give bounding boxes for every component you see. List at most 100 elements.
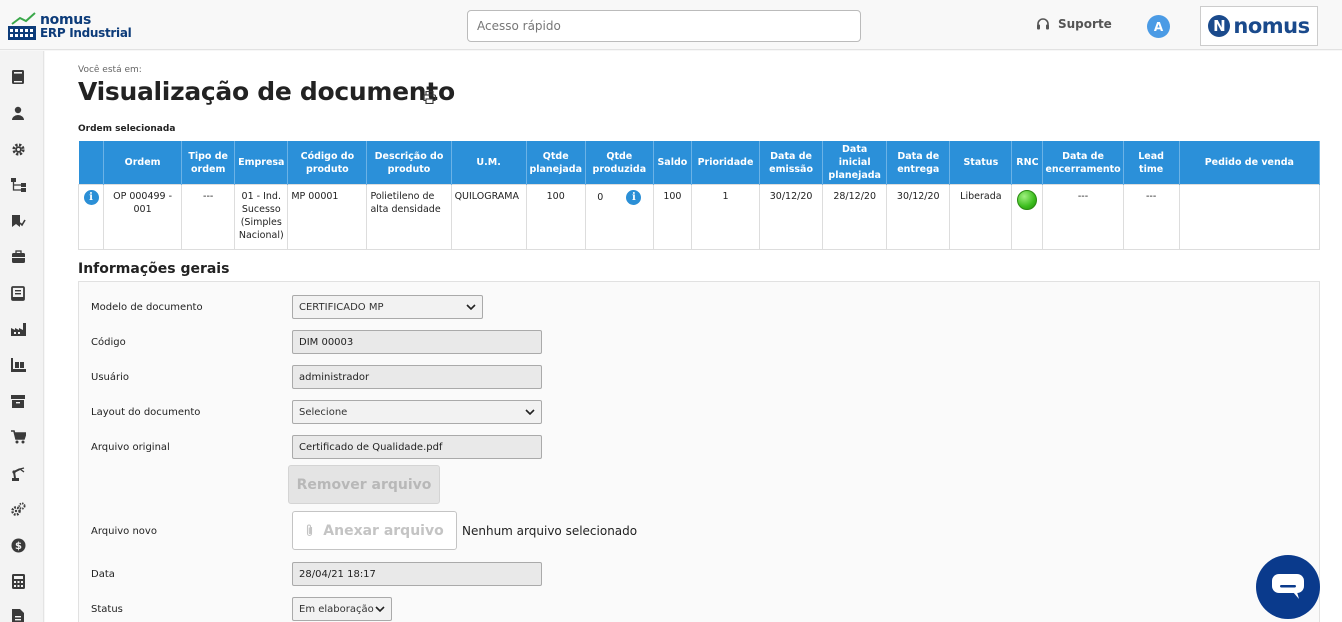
col-header-empresa[interactable]: Empresa (234, 141, 289, 185)
status-label: Status (91, 604, 123, 615)
support-link[interactable]: Suporte (1036, 17, 1112, 31)
col-header-rnc[interactable]: RNC (1011, 141, 1044, 185)
cell-qtde-planejada: 100 (525, 184, 586, 250)
cell-info: i (77, 184, 105, 250)
chevron-down-icon (375, 606, 385, 612)
calculator-icon[interactable] (10, 573, 26, 589)
layout-label: Layout do documento (91, 407, 201, 418)
user-avatar[interactable]: A (1147, 15, 1170, 38)
status-select[interactable]: Em elaboração (292, 597, 392, 621)
attach-file-label: Anexar arquivo (323, 522, 444, 539)
remove-file-button[interactable]: Remover arquivo (288, 465, 440, 504)
network-icon[interactable] (10, 177, 26, 193)
cell-saldo: 100 (652, 184, 692, 250)
data-field[interactable]: 28/04/21 18:17 (292, 562, 542, 586)
arquivo-novo-label: Arquivo novo (91, 526, 157, 537)
cell-lead-time: --- (1122, 184, 1180, 250)
col-header-tipo[interactable]: Tipo de ordem (181, 141, 236, 185)
usuario-field[interactable]: administrador (292, 365, 542, 389)
col-header-ordem[interactable]: Ordem (103, 141, 183, 185)
arquivo-original-label: Arquivo original (91, 442, 170, 453)
book-icon[interactable] (10, 69, 26, 85)
selected-order-table: Ordem Tipo de ordem Empresa Código do pr… (77, 141, 1321, 250)
codigo-field[interactable]: DIM 00003 (292, 330, 542, 354)
cell-pedido-venda (1178, 184, 1321, 250)
robot-arm-icon[interactable] (10, 465, 26, 481)
info-icon[interactable]: i (83, 190, 99, 205)
col-header-saldo[interactable]: Saldo (653, 141, 692, 185)
table-header-row: Ordem Tipo de ordem Empresa Código do pr… (78, 141, 1321, 185)
pallet-icon[interactable] (10, 357, 26, 373)
col-header-data-inicial[interactable]: Data inicial planejada (822, 141, 888, 185)
cell-qtde-produzida: 0 i (584, 184, 654, 250)
factory-icon[interactable] (10, 321, 26, 337)
user-icon[interactable] (10, 105, 26, 121)
col-header-codigo[interactable]: Código do produto (287, 141, 368, 185)
support-label: Suporte (1058, 17, 1112, 31)
cell-data-inicial: 28/12/20 (822, 184, 888, 250)
archive-icon[interactable] (10, 393, 26, 409)
cell-data-emissao: 30/12/20 (759, 184, 824, 250)
cell-data-entrega: 30/12/20 (886, 184, 951, 250)
info-icon[interactable]: i (626, 190, 642, 205)
rnc-status-green-icon (1017, 190, 1038, 210)
quick-access-input[interactable] (467, 10, 861, 42)
col-header-lead-time[interactable]: Lead time (1123, 141, 1180, 185)
gears-icon[interactable] (10, 501, 26, 517)
page-title: Visualização de documento (78, 77, 455, 106)
document-icon[interactable] (10, 608, 26, 622)
cell-tipo: --- (181, 184, 236, 250)
col-header-pedido-venda[interactable]: Pedido de venda (1179, 141, 1321, 185)
chat-button[interactable] (1256, 555, 1320, 619)
col-header-um[interactable]: U.M. (451, 141, 527, 185)
col-header-data-entrega[interactable]: Data de entrega (886, 141, 951, 185)
col-header-descricao[interactable]: Descrição do produto (366, 141, 452, 185)
layout-select[interactable]: Selecione (292, 400, 542, 424)
modelo-select[interactable]: CERTIFICADO MP (292, 295, 483, 319)
usuario-label: Usuário (91, 372, 130, 383)
print-icon[interactable] (423, 91, 436, 104)
attach-file-button[interactable]: Anexar arquivo (292, 511, 457, 550)
modelo-label: Modelo de documento (91, 302, 203, 313)
gear-icon[interactable] (10, 141, 26, 157)
cell-prioridade: 1 (690, 184, 761, 250)
col-header-qtde-planejada[interactable]: Qtde planejada (526, 141, 586, 185)
modelo-select-value: CERTIFICADO MP (299, 301, 384, 313)
cell-ordem: OP 000499 - 001 (103, 184, 183, 250)
briefcase-icon[interactable] (10, 249, 26, 265)
col-header-data-emissao[interactable]: Data de emissão (759, 141, 824, 185)
arquivo-original-field[interactable]: Certificado de Qualidade.pdf (292, 435, 542, 459)
cell-rnc (1011, 184, 1044, 250)
layout-select-value: Selecione (299, 406, 348, 418)
svg-text:$: $ (15, 541, 22, 552)
chat-bubble-icon (1272, 574, 1304, 599)
brand-word: nomus (1233, 14, 1310, 38)
codigo-label: Código (91, 337, 126, 348)
col-header-data-encerramento[interactable]: Data de encerramento (1042, 141, 1124, 185)
ledger-icon[interactable] (10, 285, 26, 301)
left-sidebar: $ (0, 51, 44, 622)
breadcrumb: Você está em: (78, 65, 142, 75)
logo-text-erp: ERP Industrial (40, 26, 132, 40)
no-file-selected-text: Nenhum arquivo selecionado (462, 524, 638, 538)
qtde-produzida-value: 0 (597, 192, 604, 203)
app-logo[interactable]: nomus ERP Industrial (6, 10, 136, 42)
col-header-qtde-produzida[interactable]: Qtde produzida (585, 141, 654, 185)
chevron-down-icon (466, 304, 476, 310)
flag-check-icon[interactable] (10, 213, 26, 229)
cell-status: Liberada (949, 184, 1013, 250)
brand-n-icon: N (1208, 15, 1231, 37)
table-row: i OP 000499 - 001 --- 01 - Ind. Sucesso … (77, 184, 1321, 250)
data-label: Data (91, 569, 115, 580)
col-header-status[interactable]: Status (949, 141, 1013, 185)
col-header-prioridade[interactable]: Prioridade (691, 141, 761, 185)
cart-icon[interactable] (10, 429, 26, 445)
top-header: nomus ERP Industrial Suporte A N nomus (0, 0, 1342, 50)
section-title-general-info: Informações gerais (78, 261, 230, 277)
dollar-icon[interactable]: $ (10, 537, 26, 553)
nomus-brand-logo: N nomus (1200, 6, 1318, 46)
main-content: Você está em: Visualização de documento … (45, 51, 1342, 622)
chevron-down-icon (525, 409, 535, 415)
general-info-form: Modelo de documento CERTIFICADO MP Códig… (78, 281, 1320, 622)
status-select-value: Em elaboração (299, 603, 374, 615)
